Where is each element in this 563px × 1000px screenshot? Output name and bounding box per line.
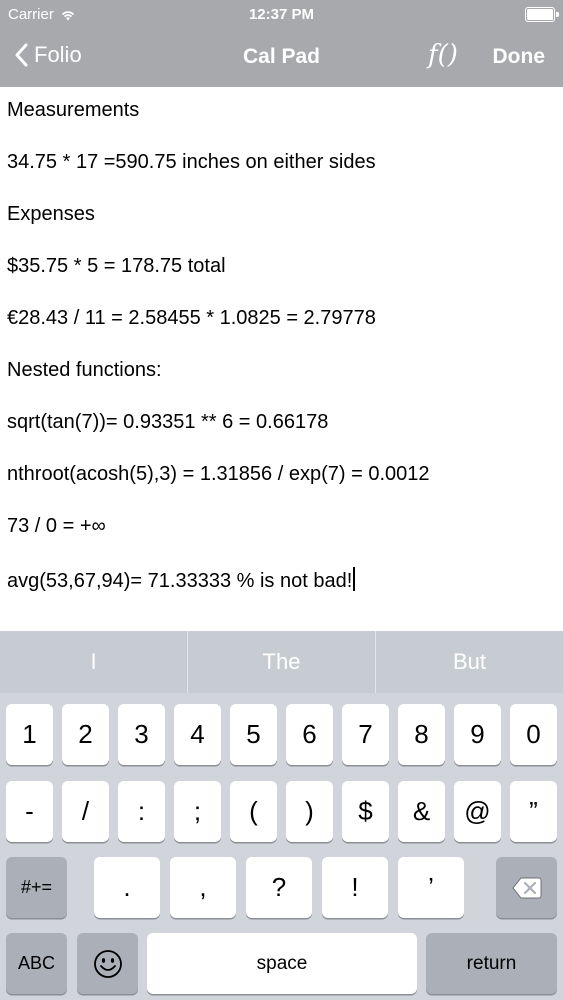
key-5[interactable]: 5 xyxy=(230,704,277,765)
back-button[interactable]: Folio xyxy=(14,42,82,68)
editor-line: $35.75 * 5 = 178.75 total xyxy=(7,255,226,277)
editor-line: nthroot(acosh(5),3) = 1.31856 / exp(7) =… xyxy=(7,463,430,485)
key-period[interactable]: . xyxy=(94,857,160,918)
key-1[interactable]: 1 xyxy=(6,704,53,765)
page-title: Cal Pad xyxy=(242,45,321,68)
text-cursor xyxy=(353,567,356,591)
editor-line: €28.43 / 11 = 2.58455 * 1.0825 = 2.79778 xyxy=(7,307,376,329)
backspace-icon xyxy=(511,877,541,898)
status-bar: Carrier 12:37 PM xyxy=(0,0,563,30)
clock: 12:37 PM xyxy=(248,6,315,23)
key-close-paren[interactable]: ) xyxy=(286,781,333,842)
emoji-key[interactable] xyxy=(77,933,138,994)
key-7[interactable]: 7 xyxy=(342,704,389,765)
key-comma[interactable]: , xyxy=(170,857,236,918)
key-quote[interactable]: ” xyxy=(510,781,557,842)
back-label: Folio xyxy=(34,42,82,67)
done-button[interactable]: Done xyxy=(493,45,546,69)
key-exclamation[interactable]: ! xyxy=(322,857,388,918)
key-slash[interactable]: / xyxy=(62,781,109,842)
battery-icon xyxy=(525,7,559,22)
keyboard: I The But 1 2 3 4 5 6 7 8 9 0 - / : ; ( … xyxy=(0,631,563,1000)
text-editor[interactable]: Measurements 34.75 * 17 =590.75 inches o… xyxy=(0,87,563,631)
space-key[interactable]: space xyxy=(147,933,417,994)
navigation-bar: Folio Cal Pad f() Done xyxy=(0,30,563,87)
key-2[interactable]: 2 xyxy=(62,704,109,765)
editor-line-last: avg(53,67,94)= 71.33333 % is not bad! xyxy=(7,567,356,593)
editor-line-text: avg(53,67,94)= 71.33333 % is not bad! xyxy=(7,570,353,592)
chevron-left-icon xyxy=(15,43,28,67)
return-key[interactable]: return xyxy=(426,933,557,994)
abc-toggle-key[interactable]: ABC xyxy=(6,933,67,994)
editor-line: 73 / 0 = +∞ xyxy=(7,515,106,537)
key-dollar[interactable]: $ xyxy=(342,781,389,842)
key-4[interactable]: 4 xyxy=(174,704,221,765)
delete-key[interactable] xyxy=(496,857,557,918)
symbols-toggle-key[interactable]: #+= xyxy=(6,857,67,918)
editor-line: sqrt(tan(7))= 0.93351 ** 6 = 0.66178 xyxy=(7,411,329,433)
smiley-icon xyxy=(93,949,122,978)
key-question[interactable]: ? xyxy=(246,857,312,918)
key-apostrophe[interactable]: ’ xyxy=(398,857,464,918)
key-8[interactable]: 8 xyxy=(398,704,445,765)
editor-line: 34.75 * 17 =590.75 inches on either side… xyxy=(7,151,376,173)
suggestion-item[interactable]: But xyxy=(376,631,563,693)
key-colon[interactable]: : xyxy=(118,781,165,842)
function-button[interactable]: f() xyxy=(428,40,458,70)
key-0[interactable]: 0 xyxy=(510,704,557,765)
key-at[interactable]: @ xyxy=(454,781,501,842)
suggestion-item[interactable]: The xyxy=(188,631,376,693)
top-bar: Carrier 12:37 PM Folio Cal Pad f() Done xyxy=(0,0,563,87)
key-9[interactable]: 9 xyxy=(454,704,501,765)
suggestion-bar: I The But xyxy=(0,631,563,693)
editor-line: Measurements xyxy=(7,99,140,121)
editor-line: Nested functions: xyxy=(7,359,162,381)
key-6[interactable]: 6 xyxy=(286,704,333,765)
key-ampersand[interactable]: & xyxy=(398,781,445,842)
key-open-paren[interactable]: ( xyxy=(230,781,277,842)
key-hyphen[interactable]: - xyxy=(6,781,53,842)
key-3[interactable]: 3 xyxy=(118,704,165,765)
key-semicolon[interactable]: ; xyxy=(174,781,221,842)
suggestion-item[interactable]: I xyxy=(0,631,188,693)
editor-line: Expenses xyxy=(7,203,95,225)
